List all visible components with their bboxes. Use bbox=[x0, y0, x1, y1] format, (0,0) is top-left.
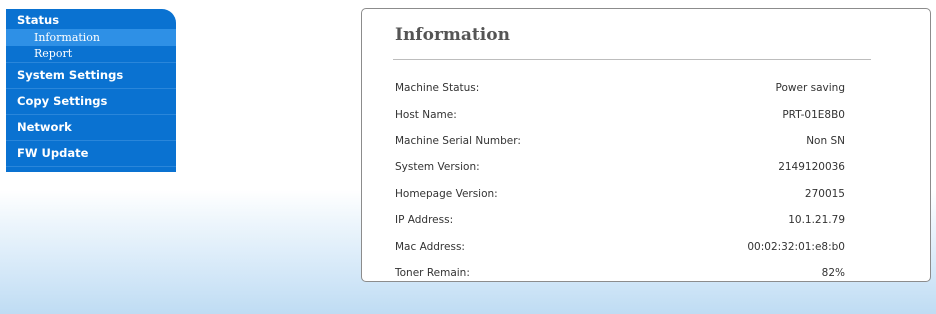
sidebar-item-fw-update[interactable]: FW Update bbox=[6, 141, 176, 167]
info-label: Homepage Version: bbox=[395, 187, 498, 200]
info-value: 2149120036 bbox=[778, 161, 845, 174]
info-value: Power saving bbox=[775, 82, 845, 95]
info-label: Host Name: bbox=[395, 108, 457, 121]
info-row-serial-number: Machine Serial Number: Non SN bbox=[395, 128, 845, 154]
info-label: Toner Remain: bbox=[395, 266, 470, 279]
info-label: Machine Status: bbox=[395, 82, 480, 95]
title-divider bbox=[393, 59, 871, 60]
sidebar-item-network[interactable]: Network bbox=[6, 115, 176, 141]
info-row-mac-address: Mac Address: 00:02:32:01:e8:b0 bbox=[395, 233, 845, 259]
info-value: 10.1.21.79 bbox=[788, 214, 845, 227]
info-label: Mac Address: bbox=[395, 240, 465, 253]
page-title: Information bbox=[395, 25, 510, 45]
information-panel: Information Machine Status: Power saving… bbox=[361, 8, 931, 282]
info-value: 270015 bbox=[804, 187, 845, 200]
info-value: PRT-01E8B0 bbox=[782, 108, 845, 121]
info-value: 82% bbox=[821, 266, 845, 279]
info-value: 00:02:32:01:e8:b0 bbox=[747, 240, 845, 253]
info-value: Non SN bbox=[806, 134, 845, 147]
info-list: Machine Status: Power saving Host Name: … bbox=[395, 75, 845, 286]
info-label: System Version: bbox=[395, 161, 480, 174]
info-row-system-version: System Version: 2149120036 bbox=[395, 154, 845, 180]
info-row-homepage-version: Homepage Version: 270015 bbox=[395, 181, 845, 207]
sidebar-item-information[interactable]: Information bbox=[6, 29, 176, 46]
sidebar-nav: Status Information Report System Setting… bbox=[6, 9, 176, 172]
sidebar-item-system-settings[interactable]: System Settings bbox=[6, 63, 176, 89]
sidebar-item-report[interactable]: Report bbox=[6, 46, 176, 63]
info-row-toner-remain: Toner Remain: 82% bbox=[395, 260, 845, 286]
info-row-machine-status: Machine Status: Power saving bbox=[395, 75, 845, 101]
info-label: IP Address: bbox=[395, 214, 454, 227]
info-row-ip-address: IP Address: 10.1.21.79 bbox=[395, 207, 845, 233]
info-label: Machine Serial Number: bbox=[395, 134, 521, 147]
info-row-host-name: Host Name: PRT-01E8B0 bbox=[395, 101, 845, 127]
sidebar-item-status[interactable]: Status bbox=[6, 9, 176, 29]
sidebar-item-copy-settings[interactable]: Copy Settings bbox=[6, 89, 176, 115]
